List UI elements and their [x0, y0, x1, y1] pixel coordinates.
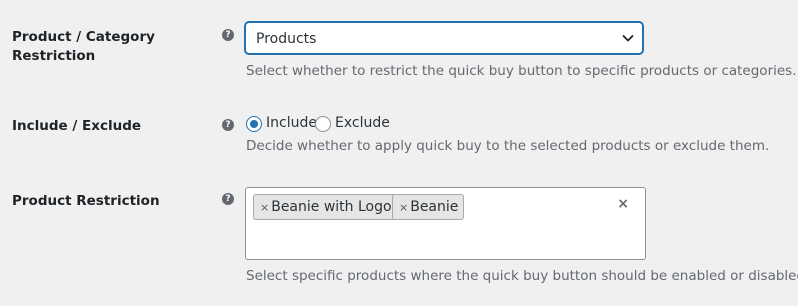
product-category-restriction-label: Product / Category Restriction [12, 29, 155, 64]
chevron-down-icon [622, 34, 634, 42]
include-radio-label[interactable]: Include [266, 114, 317, 132]
include-radio[interactable] [246, 116, 262, 132]
include-exclude-label: Include / Exclude [12, 118, 142, 134]
tag-label: Beanie [410, 199, 459, 215]
product-multiselect[interactable]: × Beanie with Logo × Beanie × [245, 187, 646, 260]
clear-all-icon[interactable]: × [617, 197, 629, 211]
help-icon[interactable]: ? [222, 29, 234, 41]
restriction-type-description: Select whether to restrict the quick buy… [246, 63, 797, 79]
product-restriction-label: Product Restriction [12, 193, 160, 209]
restriction-type-select[interactable]: Products [245, 22, 643, 54]
exclude-radio[interactable] [315, 116, 331, 132]
include-exclude-description: Decide whether to apply quick buy to the… [246, 138, 770, 154]
product-restriction-description: Select specific products where the quick… [246, 268, 798, 284]
tag-label: Beanie with Logo [271, 199, 392, 215]
selected-product-tag: × Beanie with Logo [253, 194, 398, 220]
selected-product-tag: × Beanie [392, 194, 465, 220]
remove-tag-icon[interactable]: × [260, 201, 269, 214]
remove-tag-icon[interactable]: × [399, 201, 408, 214]
exclude-radio-label[interactable]: Exclude [335, 114, 390, 132]
select-value: Products [256, 31, 317, 47]
help-icon[interactable]: ? [222, 193, 234, 205]
help-icon[interactable]: ? [222, 119, 234, 131]
